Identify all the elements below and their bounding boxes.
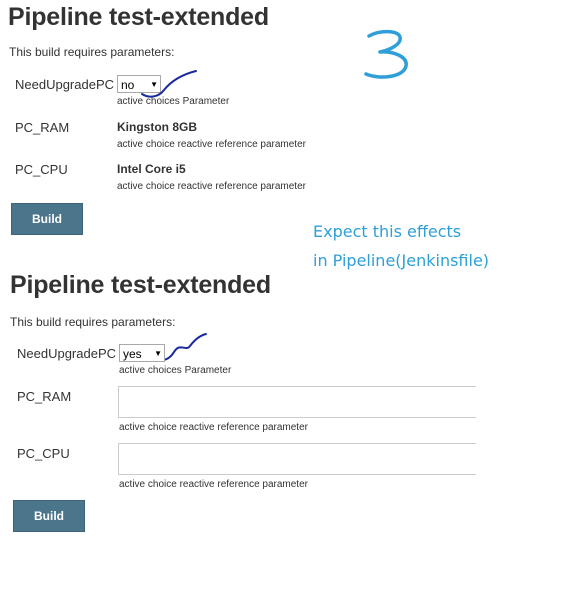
dropdown-caret-icon: ▼ [154, 349, 162, 358]
pc-ram-value: Kingston 8GB [117, 120, 197, 134]
pc-cpu-value: Intel Core i5 [117, 162, 186, 176]
param-name-pc-cpu: PC_CPU [17, 446, 70, 461]
build-button[interactable]: Build [11, 203, 83, 235]
param-name-needupgradepc: NeedUpgradePC [17, 346, 117, 361]
param-name-needupgradepc: NeedUpgradePC [15, 77, 115, 92]
param-description: active choice reactive reference paramet… [119, 479, 308, 490]
pc-ram-input[interactable] [118, 386, 476, 418]
page-title: Pipeline test-extended [8, 3, 269, 31]
pc-cpu-input[interactable] [118, 443, 476, 475]
param-name-pc-ram: PC_RAM [17, 389, 72, 404]
build-button[interactable]: Build [13, 500, 85, 532]
param-description: active choice reactive reference paramet… [117, 139, 306, 150]
note-line-1: Expect this effects [313, 222, 462, 241]
param-description: active choice reactive reference paramet… [119, 422, 308, 433]
select-value: no [121, 77, 135, 92]
param-description: active choice reactive reference paramet… [117, 181, 306, 192]
note-line-2: in Pipeline(Jenkinsfile) [313, 251, 490, 270]
needupgradepc-select[interactable]: yes ▼ [119, 344, 165, 362]
page-title: Pipeline test-extended [10, 271, 271, 299]
param-name-pc-ram: PC_RAM [15, 120, 70, 135]
select-value: yes [123, 346, 142, 361]
param-description: active choices Parameter [119, 365, 232, 376]
parameters-intro: This build requires parameters: [9, 45, 175, 59]
handwritten-checkmark-icon [141, 70, 197, 98]
handwritten-number-3 [360, 26, 412, 82]
parameters-intro: This build requires parameters: [10, 315, 176, 329]
param-name-pc-cpu: PC_CPU [15, 162, 68, 177]
